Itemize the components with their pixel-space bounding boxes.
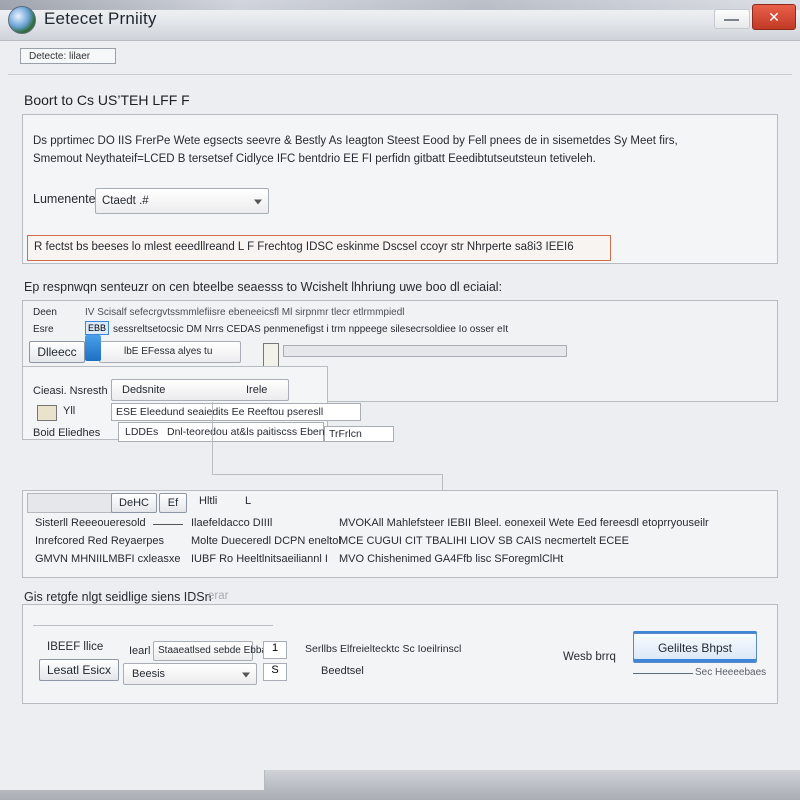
section3-tab-d[interactable]: L	[245, 495, 251, 507]
row2-text: sessreltsetocsic DM Nrrs CEDAS penmenefi…	[113, 324, 509, 335]
chevron-down-icon	[254, 199, 262, 205]
section3-tab-b[interactable]: Ef	[159, 493, 187, 513]
row1-label: Deen	[33, 307, 57, 318]
group-label-a: Cieasi. Nsresth	[33, 385, 108, 397]
window-title: Eetecet Prniity	[44, 9, 157, 28]
section3-tab-strip	[27, 493, 113, 513]
app-window: Eetecet Prniity ✕ Detecte: lilaer Boort …	[0, 0, 800, 800]
page-icon	[263, 343, 279, 367]
section4-heading: Gis retgfe nlgt seidlige siens IDSn	[24, 590, 212, 604]
row2-badge: EBB	[85, 321, 109, 335]
section3-row3-right: MVO Chishenimed GA4Ffb lisc SForegmlClHt	[339, 553, 564, 565]
section3-tab-a[interactable]: DeHC	[111, 493, 157, 513]
detect-tab-button[interactable]: Detecte: lilaer	[20, 48, 116, 64]
lumentum-dropdown[interactable]: Ctaedt .#	[95, 188, 269, 214]
close-button[interactable]: ✕	[752, 4, 796, 30]
group-dropdown-a[interactable]: Dedsnite Irele	[111, 379, 289, 401]
folder-icon	[37, 405, 57, 421]
tree-line-h	[212, 474, 442, 475]
progress-field[interactable]	[283, 345, 567, 357]
field-a-combo[interactable]: Staaeatlsed sebde Ebbat	[153, 641, 270, 661]
group-dropdown-a-value: Dedsnite	[122, 384, 166, 396]
highlighted-notice-text: R fectst bs beeses lo mlest eeedllreand …	[34, 241, 574, 253]
title-bar[interactable]: Eetecet Prniity ✕	[0, 0, 800, 41]
section4-faint: erar	[208, 590, 229, 602]
dash	[153, 524, 183, 525]
section3-tab-c[interactable]: Hltli	[199, 495, 217, 507]
field-b-combo[interactable]: Beesis	[123, 663, 257, 685]
blue-page-icon	[85, 335, 101, 361]
primary-button[interactable]: Geliltes Bhpst	[633, 633, 757, 663]
lumentum-label: Lumenenten	[33, 192, 103, 206]
spin-a[interactable]: 1	[263, 641, 287, 659]
section3-row1-label: Sisterll Reeeoueresold	[35, 517, 146, 529]
group-field-c-text: Dnl-teoredou at&ls paitiscss Ebenaltttio	[167, 426, 350, 438]
lumentum-dropdown-value: Ctaedt .#	[102, 195, 149, 207]
field-a-label: Iearl	[129, 645, 151, 657]
right-dash	[633, 673, 693, 674]
toolbar-separator	[8, 74, 792, 75]
group-field-c-suffix: TrFrlcn	[329, 428, 362, 440]
section3-row1-right: MVOKAll Mahlefsteer IEBII Bleel. eonexei…	[339, 517, 709, 529]
section3-row3-mid: IUBF Ro Heeltlnitsaeiliannl I	[191, 553, 328, 565]
group-label-c: Boid Eliedhes	[33, 427, 101, 439]
group-field-c-value: LDDEs	[125, 426, 159, 438]
section4-label-b-button[interactable]: Lesatl Esicx	[39, 659, 119, 681]
dropdown-combo-value: lbE EFessa alyes tu	[124, 346, 213, 357]
section3-panel: DeHC Ef Hltli L Sisterll Reeeoueresold I…	[22, 490, 778, 578]
row2-label: Esre	[33, 324, 54, 335]
section3-row2-right: MCE CUGUI CIT TBALIHI LIOV SB CAIS necme…	[339, 535, 629, 547]
highlighted-notice: R fectst bs beeses lo mlest eeedllreand …	[27, 235, 611, 261]
minimize-button[interactable]	[714, 9, 750, 29]
section1-heading: Boort to Cs US’TEH LFF F	[24, 92, 190, 108]
group-field-b-value: ESE Eleedund seaiedits Ee Reeftou pseres…	[116, 406, 324, 418]
tree-line	[212, 402, 213, 474]
spin-b[interactable]: S	[263, 663, 287, 681]
side-text2: Beedtsel	[321, 665, 364, 677]
group-dropdown-a-value2: Irele	[246, 384, 268, 396]
row1-text: IV Scisalf sefecrgvtssmmlefiisre ebeneei…	[85, 307, 405, 318]
right-faint: Sec Heeeebaes	[695, 667, 767, 678]
section4-rule	[33, 625, 273, 626]
app-globe-icon	[8, 6, 36, 34]
field-b-value: Beesis	[132, 668, 166, 680]
section1-desc-line1: Ds pprtimec DO IIS FrerPe Wete egsects s…	[33, 135, 678, 147]
section3-row3-label: GMVN MHNIILMBFI cxleasxe	[35, 553, 181, 565]
group-field-c-suffix-box[interactable]: TrFrlcn	[324, 426, 394, 442]
right-label: Wesb brrq	[563, 651, 616, 663]
group-field-c[interactable]: LDDEs Dnl-teoredou at&ls paitiscss Ebena…	[118, 422, 350, 442]
status-bar-left	[0, 770, 265, 790]
group-field-b[interactable]: ESE Eleedund seaiedits Ee Reeftou pseres…	[111, 403, 361, 421]
chevron-down-icon	[242, 672, 250, 678]
section3-row2-label: Inrefcored Red Reyaerpes	[35, 535, 165, 547]
dropdown-label-button[interactable]: Dlleecc	[29, 341, 85, 363]
group-label-b: Yll	[63, 405, 76, 417]
section3-row1-mid: Ilaefeldacco DIIIl	[191, 517, 273, 529]
section4-label-a: IBEEF llice	[47, 641, 104, 653]
section1-desc-line2: Smemout Neythateif=LCED B tersetsef Cidl…	[33, 153, 596, 165]
section2-heading: Ep respnwqn senteuzr on cen bteelbe seae…	[24, 280, 503, 294]
dropdown-combo[interactable]: lbE EFessa alyes tu	[99, 341, 241, 363]
field-a-value: Staaeatlsed sebde Ebbat	[158, 645, 270, 656]
side-text: Serllbs Elfreieltecktc Sc Ioeilrinscl	[305, 643, 462, 655]
section1-panel: Ds pprtimec DO IIS FrerPe Wete egsects s…	[22, 114, 778, 264]
section3-row2-mid: Molte Dueceredl DCPN eneltol	[191, 535, 341, 547]
section4-panel: IBEEF llice Lesatl Esicx Iearl Staaeatls…	[22, 604, 778, 704]
